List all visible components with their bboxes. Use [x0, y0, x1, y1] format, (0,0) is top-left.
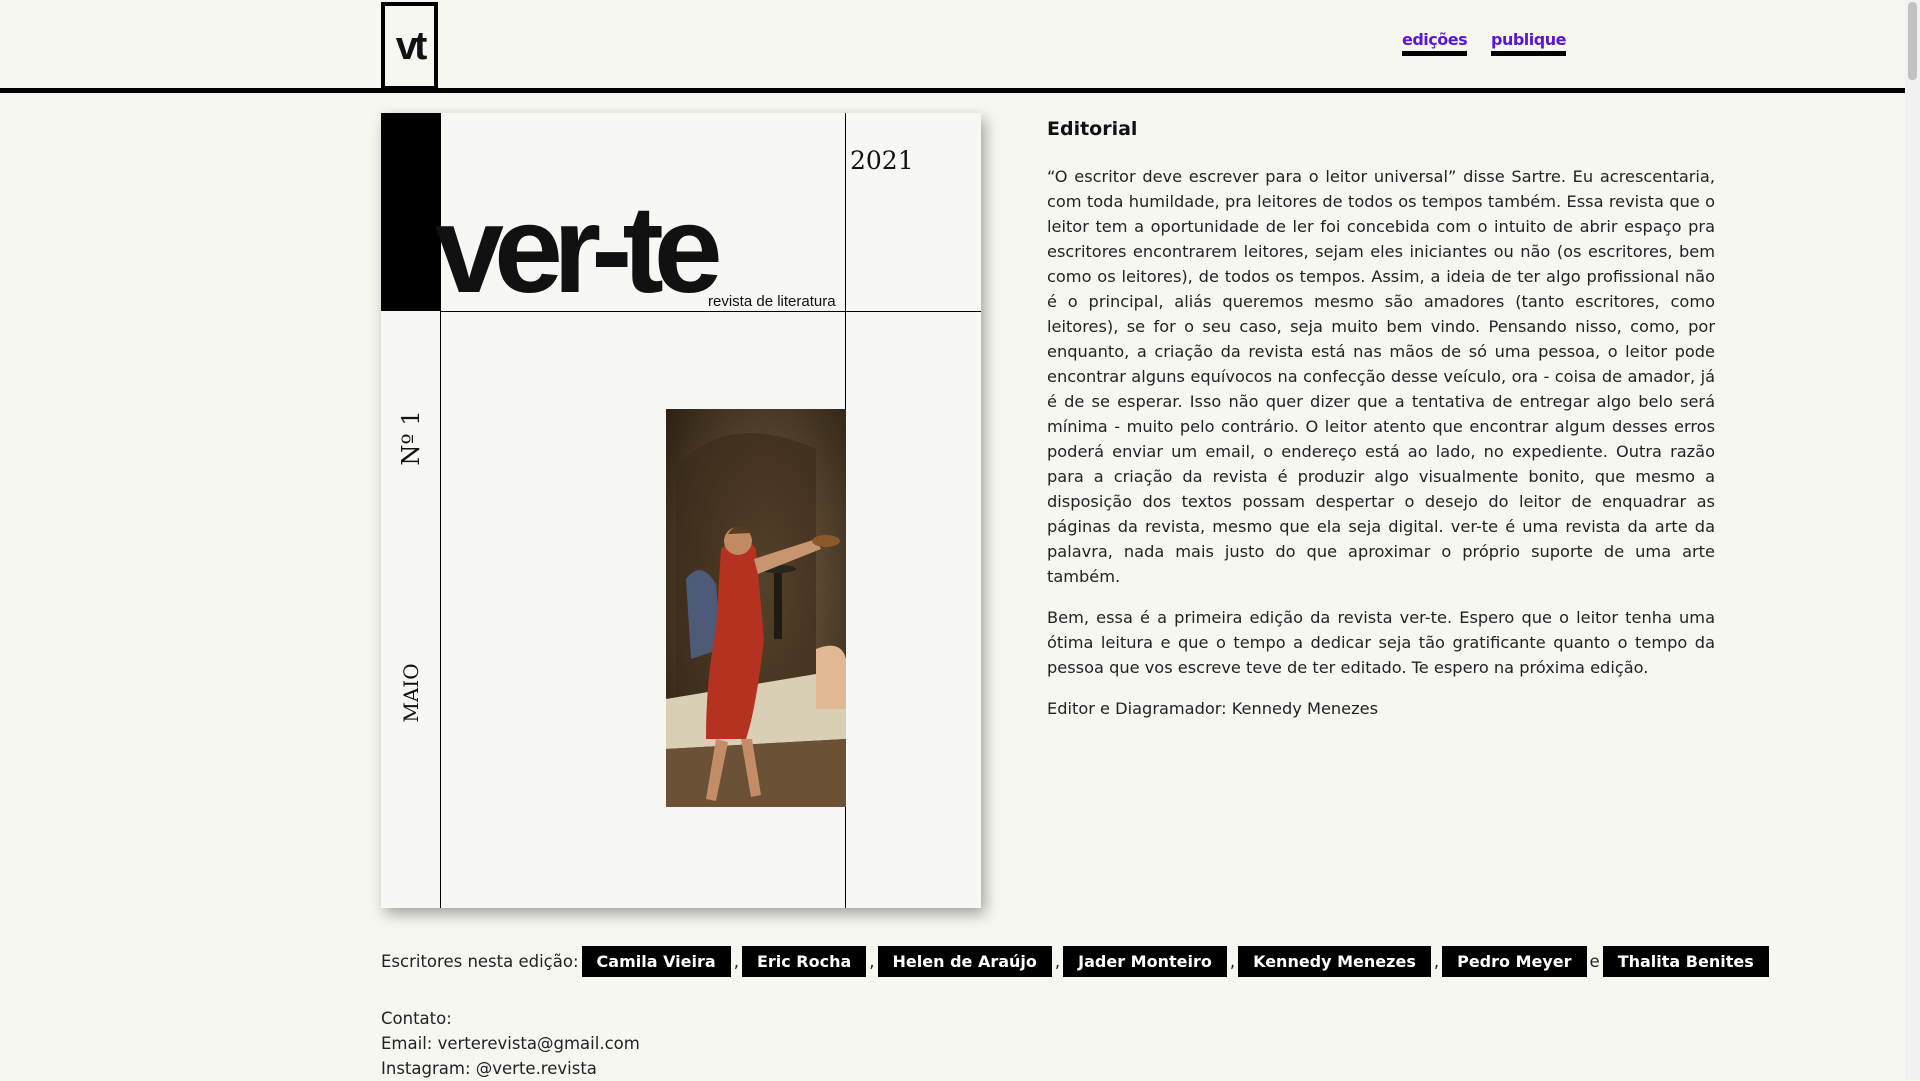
nav-link-publique-label: publique	[1491, 30, 1566, 56]
writers-separator: ,	[1054, 952, 1061, 971]
editorial-section: Editorial “O escritor deve escrever para…	[1047, 118, 1715, 737]
writer-tag-helen-de-araujo[interactable]: Helen de Araújo	[877, 946, 1052, 977]
editorial-credit: Editor e Diagramador: Kennedy Menezes	[1047, 699, 1379, 718]
writer-tag-camila-vieira[interactable]: Camila Vieira	[581, 946, 731, 977]
contact-email[interactable]: Email: verterevista@gmail.com	[381, 1031, 640, 1056]
writer-tag-kennedy-menezes[interactable]: Kennedy Menezes	[1238, 946, 1431, 977]
header-divider	[0, 88, 1905, 93]
writer-tag-jader-monteiro[interactable]: Jader Monteiro	[1063, 946, 1227, 977]
logo-text: vt	[395, 24, 428, 68]
cover-title: ver-te	[435, 181, 723, 319]
contact-title: Contato:	[381, 1009, 452, 1028]
writers-list: Escritores nesta edição: Camila Vieira ,…	[381, 946, 1771, 977]
writers-label: Escritores nesta edição:	[381, 952, 579, 971]
site-header: vt edições publique	[0, 0, 1905, 90]
writers-separator: ,	[1433, 952, 1440, 971]
writers-separator: ,	[733, 952, 739, 971]
nav-link-edicoes-label: edições	[1402, 30, 1468, 56]
cover-subtitle: revista de literatura	[708, 293, 836, 310]
contact-section: Contato: Email: verterevista@gmail.com I…	[381, 1006, 640, 1081]
magazine-cover[interactable]: 2021 ver-te revista de literatura Nº 1 M…	[381, 113, 981, 908]
writers-conjunction: e	[1589, 952, 1600, 971]
site-logo[interactable]: vt	[381, 2, 438, 90]
contact-instagram[interactable]: Instagram: @verte.revista	[381, 1056, 640, 1081]
editorial-paragraph-1: “O escritor deve escrever para o leitor …	[1047, 167, 1715, 586]
writers-separator: ,	[869, 952, 875, 971]
nav-link-edicoes[interactable]: edições	[1402, 30, 1468, 56]
cover-painting	[666, 409, 846, 807]
painting-illustration	[666, 409, 846, 807]
writer-tag-pedro-meyer[interactable]: Pedro Meyer	[1442, 946, 1587, 977]
page-scrollbar[interactable]	[1905, 0, 1920, 1080]
cover-month: MAIO	[399, 663, 423, 723]
editorial-paragraph-2: Bem, essa é a primeira edição da revista…	[1047, 608, 1715, 677]
cover-issue-number: Nº 1	[397, 410, 425, 466]
editorial-heading: Editorial	[1047, 118, 1138, 140]
nav-link-publique[interactable]: publique	[1491, 30, 1566, 56]
cover-year: 2021	[850, 146, 914, 175]
cover-black-block	[381, 113, 440, 311]
writer-tag-thalita-benites[interactable]: Thalita Benites	[1602, 946, 1769, 977]
scrollbar-thumb[interactable]	[1908, 2, 1917, 80]
writer-tag-eric-rocha[interactable]: Eric Rocha	[741, 946, 867, 977]
writers-separator: ,	[1229, 952, 1236, 971]
